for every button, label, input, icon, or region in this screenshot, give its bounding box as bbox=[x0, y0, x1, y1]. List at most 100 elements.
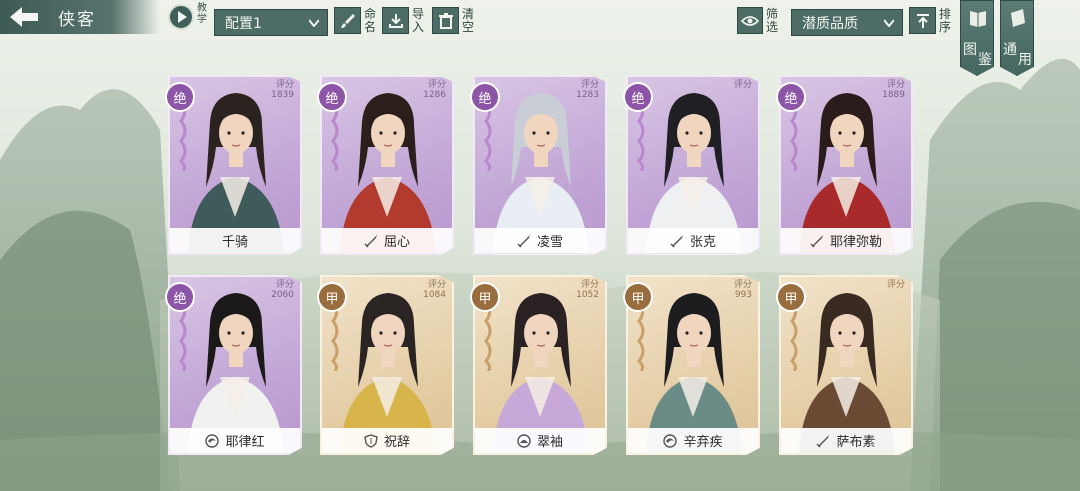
score-value: 2060 bbox=[271, 290, 294, 300]
clear-label: 清空 bbox=[462, 6, 475, 34]
grade-badge: 绝 bbox=[470, 82, 500, 112]
sword-icon bbox=[364, 234, 377, 248]
top-bar: 侠客 教学 配置1 命名 导入 清空 筛选 潜质品质 排序 图 鉴 通 用 bbox=[0, 0, 1080, 76]
config-select-value: 配置1 bbox=[225, 15, 262, 32]
back-button[interactable]: 侠客 bbox=[0, 0, 160, 34]
score-label: 评分 1839 bbox=[271, 80, 294, 100]
hero-name: 祝辞 bbox=[383, 435, 410, 450]
score-value: 1839 bbox=[271, 90, 294, 100]
import-button[interactable]: 导入 bbox=[382, 7, 424, 34]
clear-button[interactable]: 清空 bbox=[432, 7, 474, 34]
scroll-icon bbox=[1011, 9, 1025, 27]
book-icon bbox=[970, 11, 986, 27]
hero-name-bar: 耶律红 bbox=[170, 428, 300, 453]
hero-name: 萨布素 bbox=[836, 435, 876, 450]
import-label: 导入 bbox=[412, 6, 425, 34]
chevron-down-icon bbox=[309, 19, 319, 27]
grade-badge: 绝 bbox=[165, 82, 195, 112]
score-value: 1084 bbox=[423, 290, 446, 300]
sword-icon bbox=[517, 234, 530, 248]
general-button[interactable]: 通 用 bbox=[1000, 0, 1034, 76]
config-select[interactable]: 配置1 bbox=[214, 9, 328, 36]
score-caption: 评分 bbox=[580, 80, 599, 90]
trash-icon bbox=[432, 7, 459, 34]
sort-label: 排序 bbox=[939, 6, 952, 34]
score-label: 评分 bbox=[887, 280, 905, 290]
hero-name-bar: 祝辞 bbox=[322, 428, 452, 453]
filter-button[interactable]: 筛选 bbox=[737, 7, 778, 34]
download-icon bbox=[382, 7, 409, 34]
score-label: 评分 bbox=[734, 80, 752, 90]
grade-badge: 甲 bbox=[317, 282, 347, 312]
score-caption: 评分 bbox=[427, 280, 446, 290]
grade-badge: 甲 bbox=[470, 282, 500, 312]
general-label-b: 用 bbox=[1018, 52, 1032, 68]
sword-icon bbox=[810, 234, 823, 248]
hero-name: 耶律弥勒 bbox=[829, 235, 882, 250]
sword-icon bbox=[670, 234, 683, 248]
hero-name: 凌雪 bbox=[536, 235, 563, 250]
hero-name: 辛弃疾 bbox=[683, 435, 723, 450]
filter-label: 筛选 bbox=[766, 6, 779, 34]
hero-name-bar: 千骑 bbox=[170, 228, 300, 253]
grade-badge: 绝 bbox=[317, 82, 347, 112]
grade-badge: 绝 bbox=[776, 82, 806, 112]
score-caption: 评分 bbox=[886, 80, 905, 90]
score-caption: 评分 bbox=[733, 80, 752, 90]
hero-name-bar: 耶律弥勒 bbox=[781, 228, 911, 253]
hero-name-bar: 萨布素 bbox=[781, 428, 911, 453]
rename-label: 命名 bbox=[364, 6, 377, 34]
quality-select[interactable]: 潜质品质 bbox=[791, 9, 903, 36]
score-value: 993 bbox=[734, 290, 752, 300]
hero-name: 耶律红 bbox=[225, 435, 265, 450]
hero-name-bar: 凌雪 bbox=[475, 228, 605, 253]
score-label: 评分 1286 bbox=[423, 80, 446, 100]
hero-name-bar: 张克 bbox=[628, 228, 758, 253]
eye-icon bbox=[737, 7, 763, 34]
hero-name-bar: 辛弃疾 bbox=[628, 428, 758, 453]
rename-button[interactable]: 命名 bbox=[334, 7, 376, 34]
score-value: 1286 bbox=[423, 90, 446, 100]
score-value: 1283 bbox=[576, 90, 599, 100]
score-caption: 评分 bbox=[733, 280, 752, 290]
play-icon bbox=[168, 4, 194, 30]
lotus-icon bbox=[517, 433, 531, 448]
score-label: 评分 993 bbox=[734, 280, 752, 300]
hero-name: 翠袖 bbox=[536, 435, 563, 450]
quality-select-value: 潜质品质 bbox=[802, 15, 858, 32]
tutorial-button[interactable]: 教学 bbox=[168, 3, 212, 33]
sort-button[interactable]: 排序 bbox=[909, 7, 951, 34]
score-label: 评分 2060 bbox=[271, 280, 294, 300]
grade-badge: 绝 bbox=[623, 82, 653, 112]
tutorial-label: 教学 bbox=[197, 3, 207, 25]
page-title: 侠客 bbox=[58, 9, 96, 30]
score-caption: 评分 bbox=[427, 80, 446, 90]
general-label-a: 通 bbox=[1003, 42, 1017, 58]
codex-label-a: 图 bbox=[963, 42, 977, 58]
score-caption: 评分 bbox=[275, 280, 294, 290]
hero-name: 张克 bbox=[689, 235, 716, 250]
hero-name-bar: 翠袖 bbox=[475, 428, 605, 453]
score-label: 评分 1052 bbox=[576, 280, 599, 300]
hero-name: 千骑 bbox=[221, 235, 248, 250]
score-caption: 评分 bbox=[580, 280, 599, 290]
codex-label-b: 鉴 bbox=[978, 52, 992, 68]
score-label: 评分 1889 bbox=[882, 80, 905, 100]
swirl-icon bbox=[205, 433, 220, 448]
swirl-icon bbox=[663, 433, 678, 448]
score-value: 1889 bbox=[882, 90, 905, 100]
hero-name-bar: 屈心 bbox=[322, 228, 452, 253]
codex-button[interactable]: 图 鉴 bbox=[960, 0, 994, 76]
sword-icon bbox=[816, 434, 830, 448]
shield-icon bbox=[364, 433, 378, 448]
back-arrow-icon bbox=[10, 7, 38, 27]
score-caption: 评分 bbox=[886, 280, 905, 290]
grade-badge: 甲 bbox=[776, 282, 806, 312]
score-label: 评分 1084 bbox=[423, 280, 446, 300]
brush-icon bbox=[334, 7, 361, 34]
hero-name: 屈心 bbox=[383, 235, 410, 250]
grade-badge: 甲 bbox=[623, 282, 653, 312]
sort-icon bbox=[909, 7, 936, 34]
score-caption: 评分 bbox=[275, 80, 294, 90]
grade-badge: 绝 bbox=[165, 282, 195, 312]
